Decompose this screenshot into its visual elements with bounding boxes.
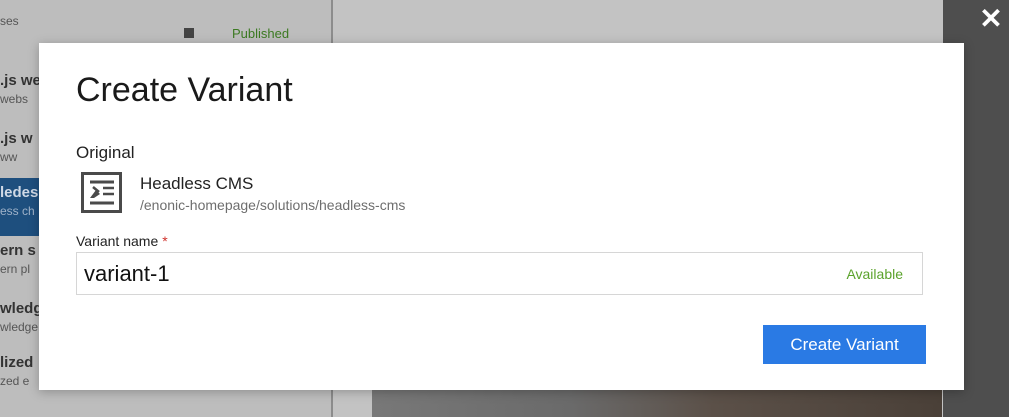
list-item-title: ledes (0, 184, 39, 201)
required-marker: * (162, 233, 168, 249)
status-badge: Published (232, 26, 290, 41)
list-item-title: lized (0, 354, 34, 371)
variant-name-label-text: Variant name (76, 233, 159, 249)
grid-icon (184, 28, 194, 38)
list-item-subtitle: wledge (0, 320, 39, 334)
variant-name-field: Available (76, 252, 923, 295)
preview-image (372, 386, 942, 417)
list-item-title: wledg (0, 300, 43, 317)
original-content-path: /enonic-homepage/solutions/headless-cms (140, 197, 406, 213)
list-item-subtitle: ern pl (0, 262, 31, 276)
list-item-subtitle: ww (0, 150, 18, 164)
dialog-title: Create Variant (76, 71, 293, 109)
app-viewport: ses Published .js we webs .js w ww ledes… (0, 0, 1009, 417)
list-item-subtitle: ses (0, 14, 19, 28)
variant-name-label: Variant name * (76, 233, 168, 249)
create-variant-dialog: Create Variant Original Headless CMS /en… (39, 43, 964, 390)
list-item-title: ern s (0, 242, 36, 259)
availability-status: Available (846, 266, 903, 282)
create-variant-button[interactable]: Create Variant (763, 325, 926, 364)
close-icon[interactable]: ✕ (978, 5, 1004, 33)
original-content-name: Headless CMS (140, 174, 254, 193)
list-item-subtitle: ess ch (0, 204, 35, 218)
variant-name-input[interactable] (77, 253, 817, 294)
content-icon (81, 172, 122, 213)
list-item-title: .js we (0, 72, 41, 89)
list-item-subtitle: zed e (0, 374, 30, 388)
original-label: Original (76, 143, 135, 162)
list-item-title: .js w (0, 130, 33, 147)
list-item-subtitle: webs (0, 92, 29, 106)
